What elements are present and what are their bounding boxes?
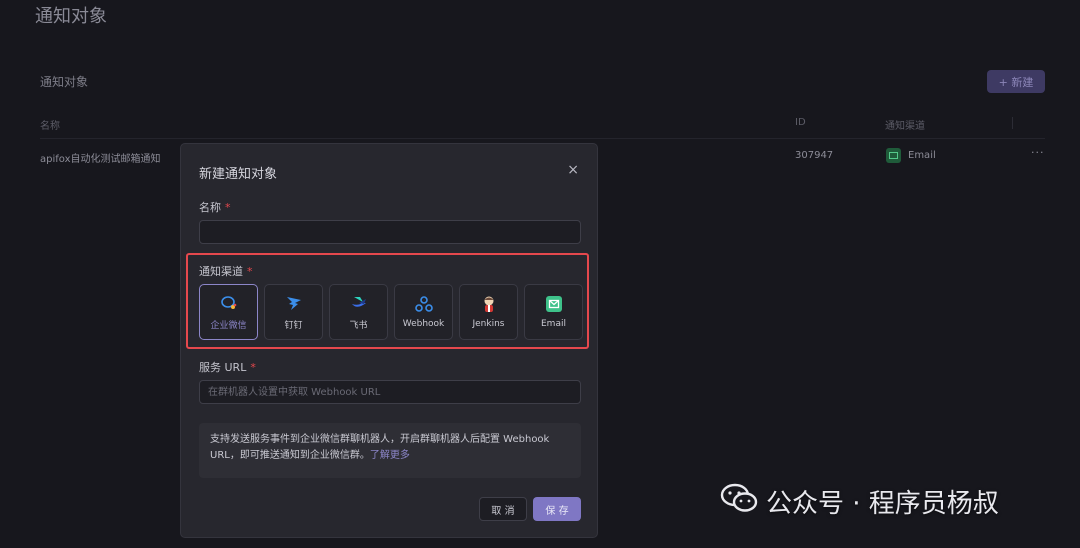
row-channel-label: Email [908, 150, 936, 161]
channel-label-webhook: Webhook [402, 319, 445, 329]
close-icon[interactable]: × [567, 162, 579, 178]
wecom-icon [220, 294, 238, 312]
name-input[interactable] [199, 220, 581, 244]
required-mark: * [247, 265, 253, 278]
new-target-modal: 新建通知对象 × 名称 * 通知渠道 * 企业微信 钉钉 飞书 Webhook … [180, 143, 598, 538]
channel-options: 企业微信 钉钉 飞书 Webhook Jenkins Email [199, 284, 583, 340]
email-icon [886, 148, 901, 163]
channel-label-feishu: 飞书 [349, 320, 368, 331]
save-button[interactable]: 保 存 [533, 497, 581, 521]
info-box: 支持发送服务事件到企业微信群聊机器人，开启群聊机器人后配置 Webhook UR… [199, 423, 581, 478]
table-header-line [40, 138, 1045, 139]
required-mark: * [225, 201, 231, 214]
required-mark: * [250, 361, 256, 374]
jenkins-icon [480, 295, 498, 313]
channel-label-email: Email [541, 319, 566, 329]
channel-label-text: 通知渠道 [199, 265, 243, 278]
name-label: 名称 * [199, 199, 231, 215]
webhook-icon [414, 295, 433, 313]
email-icon [545, 295, 563, 313]
watermark-text: 公众号 · 程序员杨叔 [766, 489, 999, 519]
modal-title: 新建通知对象 [199, 167, 278, 182]
header-name: 名称 [40, 121, 60, 132]
row-channel: Email [886, 148, 936, 163]
channel-label-jenkins: Jenkins [472, 319, 505, 329]
channel-option-webhook[interactable]: Webhook [394, 284, 453, 340]
wechat-icon [720, 483, 758, 520]
row-more-button[interactable]: ··· [1031, 146, 1045, 159]
learn-more-link[interactable]: 了解更多 [370, 450, 410, 461]
feishu-icon [350, 294, 368, 312]
row-id: 307947 [795, 150, 834, 161]
cancel-button[interactable]: 取 消 [479, 497, 527, 521]
header-divider [1012, 117, 1013, 129]
name-label-text: 名称 [199, 201, 221, 214]
watermark: 公众号 · 程序员杨叔 [720, 483, 999, 520]
channel-option-feishu[interactable]: 飞书 [329, 284, 388, 340]
section-title: 通知对象 [40, 75, 89, 89]
channel-option-email[interactable]: Email [524, 284, 583, 340]
channel-label-wecom: 企业微信 [210, 320, 247, 331]
url-input[interactable] [199, 380, 581, 404]
new-button[interactable]: + 新建 [987, 70, 1045, 93]
channel-option-jenkins[interactable]: Jenkins [459, 284, 518, 340]
url-label-text: 服务 URL [199, 361, 247, 374]
row-name: apifox自动化测试邮箱通知 [40, 154, 161, 165]
channel-option-wecom[interactable]: 企业微信 [199, 284, 258, 340]
url-label: 服务 URL * [199, 359, 256, 375]
dingtalk-icon [285, 294, 303, 312]
header-id: ID [795, 117, 806, 128]
page-title: 通知对象 [35, 6, 107, 27]
channel-label-dingtalk: 钉钉 [284, 320, 303, 331]
channel-option-dingtalk[interactable]: 钉钉 [264, 284, 323, 340]
channel-label: 通知渠道 * [199, 263, 253, 279]
header-channel: 通知渠道 [885, 121, 925, 132]
